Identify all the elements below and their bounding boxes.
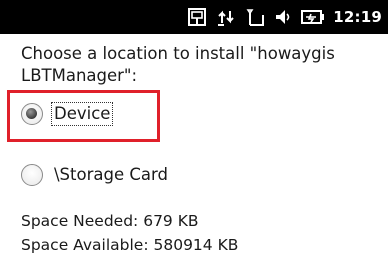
option-device[interactable]: Device xyxy=(21,102,114,126)
status-bar: 12:19 xyxy=(0,0,388,34)
install-location-prompt: Choose a location to install "howaygis L… xyxy=(21,44,335,85)
volume-icon[interactable] xyxy=(274,7,292,27)
space-needed-label: Space Needed: xyxy=(21,212,139,230)
network-transfer-icon[interactable] xyxy=(216,7,236,27)
space-needed: Space Needed: 679 KB xyxy=(21,211,199,231)
battery-icon[interactable] xyxy=(301,7,325,27)
space-available: Space Available: 580914 KB xyxy=(21,235,238,255)
space-needed-value: 679 KB xyxy=(143,212,199,230)
signal-icon[interactable] xyxy=(245,7,265,27)
space-available-label: Space Available: xyxy=(21,236,149,254)
data-sync-icon[interactable] xyxy=(187,7,207,27)
storage-card-label[interactable]: \Storage Card xyxy=(54,164,168,186)
storage-card-radio[interactable] xyxy=(21,164,43,186)
status-time[interactable]: 12:19 xyxy=(333,8,382,26)
device-label[interactable]: Device xyxy=(50,102,114,126)
space-available-value: 580914 KB xyxy=(153,236,239,254)
option-storage-card[interactable]: \Storage Card xyxy=(21,164,168,186)
device-radio[interactable] xyxy=(21,103,43,125)
